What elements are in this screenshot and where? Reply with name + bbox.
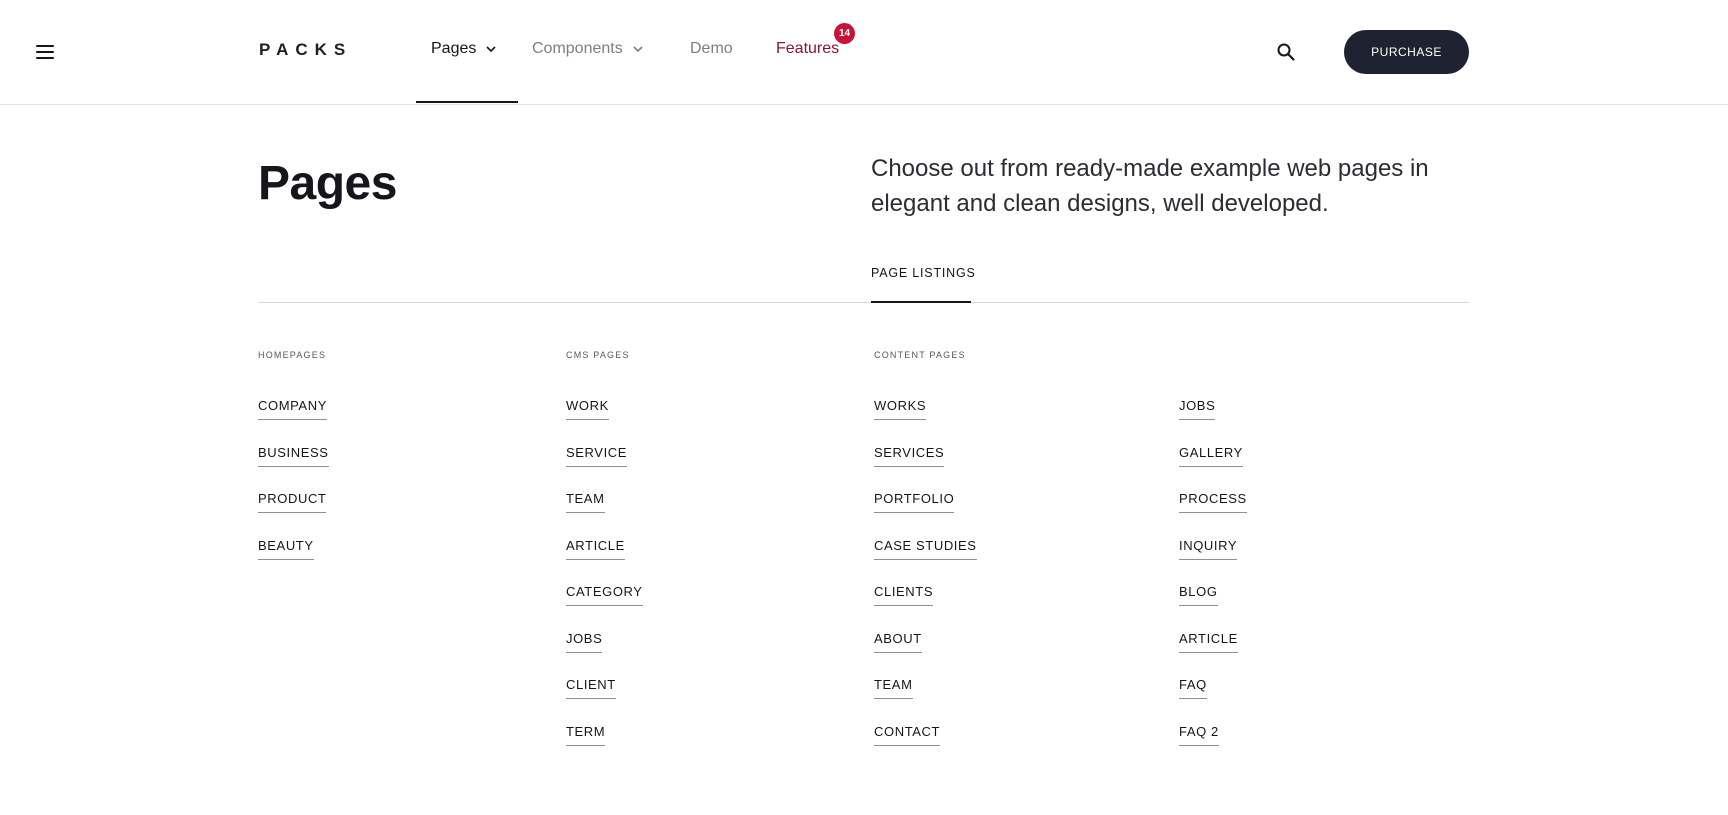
chevron-down-icon (486, 46, 496, 53)
link-business[interactable]: BUSINESS (258, 445, 329, 467)
features-count-badge: 14 (834, 23, 855, 44)
column-heading: CONTENT PAGES (874, 350, 966, 360)
search-icon[interactable] (1276, 42, 1296, 62)
column-heading: HOMEPAGES (258, 350, 327, 360)
nav-item-label: Features (776, 40, 840, 57)
link-blog[interactable]: BLOG (1179, 584, 1218, 606)
link-process[interactable]: PROCESS (1179, 491, 1247, 513)
hamburger-menu-icon[interactable] (36, 45, 54, 59)
active-nav-indicator (416, 101, 518, 103)
tabs-divider (258, 302, 1469, 303)
link-team[interactable]: TEAM (566, 491, 605, 513)
active-tab-indicator (871, 301, 971, 303)
link-case-studies[interactable]: CASE STUDIES (874, 538, 977, 560)
link-faq[interactable]: FAQ (1179, 677, 1207, 699)
tab-page-listings[interactable]: PAGE LISTINGS (871, 266, 976, 280)
link-services[interactable]: SERVICES (874, 445, 945, 467)
top-header: PACKS Pages Components Demo Features 14 … (0, 0, 1728, 105)
column-content-pages: CONTENT PAGES WORKS SERVICES PORTFOLIO C… (874, 350, 977, 769)
link-product[interactable]: PRODUCT (258, 491, 327, 513)
column-homepages: HOMEPAGES COMPANY BUSINESS PRODUCT BEAUT… (258, 350, 329, 583)
link-faq-2[interactable]: FAQ 2 (1179, 724, 1219, 746)
brand-logo[interactable]: PACKS (259, 40, 352, 60)
purchase-button[interactable]: PURCHASE (1344, 30, 1469, 74)
link-clients[interactable]: CLIENTS (874, 584, 934, 606)
nav-item-label: Components (532, 40, 623, 57)
link-team[interactable]: TEAM (874, 677, 913, 699)
nav-item-components[interactable]: Components (532, 40, 644, 58)
link-about[interactable]: ABOUT (874, 631, 922, 653)
nav-item-pages[interactable]: Pages (431, 40, 497, 58)
column-cms-pages: CMS PAGES WORK SERVICE TEAM ARTICLE CATE… (566, 350, 643, 769)
link-service[interactable]: SERVICE (566, 445, 628, 467)
link-beauty[interactable]: BEAUTY (258, 538, 314, 560)
link-works[interactable]: WORKS (874, 398, 927, 420)
link-gallery[interactable]: GALLERY (1179, 445, 1243, 467)
column-content-pages-more: JOBS GALLERY PROCESS INQUIRY BLOG ARTICL… (1179, 397, 1247, 769)
nav-item-demo[interactable]: Demo (690, 40, 733, 58)
link-term[interactable]: TERM (566, 724, 606, 746)
page-title: Pages (258, 157, 397, 210)
link-jobs[interactable]: JOBS (1179, 398, 1216, 420)
chevron-down-icon (633, 46, 643, 53)
nav-item-label: Pages (431, 40, 477, 57)
link-work[interactable]: WORK (566, 398, 609, 420)
link-client[interactable]: CLIENT (566, 677, 616, 699)
link-contact[interactable]: CONTACT (874, 724, 941, 746)
link-article[interactable]: ARTICLE (1179, 631, 1238, 653)
link-jobs[interactable]: JOBS (566, 631, 603, 653)
page-description: Choose out from ready-made example web p… (871, 155, 1429, 217)
link-category[interactable]: CATEGORY (566, 584, 643, 606)
link-article[interactable]: ARTICLE (566, 538, 625, 560)
link-company[interactable]: COMPANY (258, 398, 327, 420)
link-inquiry[interactable]: INQUIRY (1179, 538, 1238, 560)
column-heading: CMS PAGES (566, 350, 630, 360)
link-portfolio[interactable]: PORTFOLIO (874, 491, 955, 513)
nav-item-label: Demo (690, 40, 733, 57)
nav-item-features[interactable]: Features (776, 40, 839, 58)
